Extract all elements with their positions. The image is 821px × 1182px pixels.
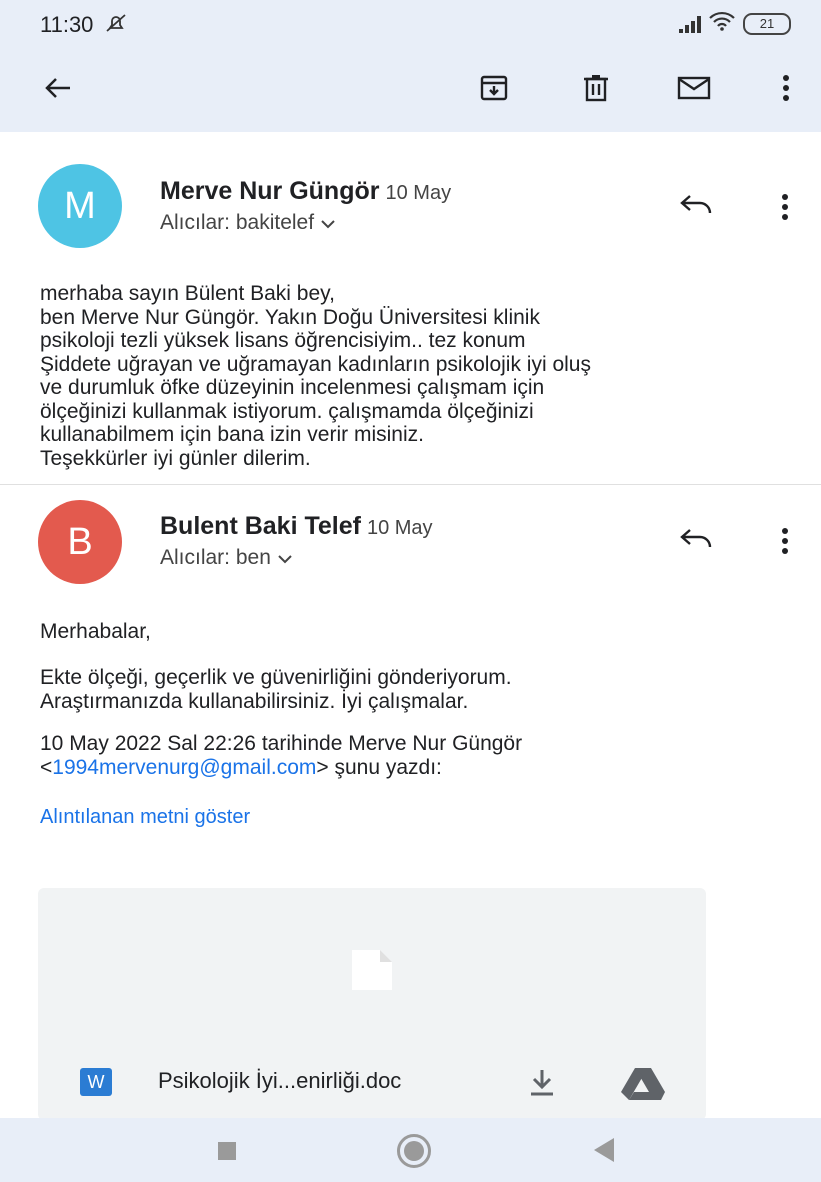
dnd-icon	[104, 11, 128, 41]
system-nav-bar	[0, 1118, 821, 1182]
avatar[interactable]: B	[38, 500, 122, 584]
quote-header: 10 May 2022 Sal 22:26 tarihinde Merve Nu…	[40, 732, 523, 779]
battery-indicator: 21	[743, 12, 791, 35]
more-vert-icon[interactable]	[780, 192, 792, 228]
status-indicators: 21	[679, 11, 791, 36]
archive-icon[interactable]	[476, 70, 512, 106]
recipients-toggle[interactable]: Alıcılar: bakitelef	[160, 211, 336, 235]
status-time: 11:30	[40, 12, 94, 37]
avatar-letter: M	[64, 184, 96, 227]
chevron-down-icon	[320, 211, 336, 234]
recents-icon[interactable]	[218, 1142, 236, 1160]
show-quoted-text-link[interactable]: Alıntılanan metni göster	[40, 806, 250, 830]
drive-icon[interactable]	[620, 1066, 666, 1102]
sender-name[interactable]: Merve Nur Güngör 10 May	[160, 177, 451, 206]
message-date: 10 May	[385, 182, 452, 204]
reply-icon[interactable]	[678, 190, 714, 226]
signal-icon	[679, 15, 701, 33]
attachment-filename: Psikolojik İyi...enirliği.doc	[158, 1068, 402, 1093]
file-icon	[346, 948, 398, 992]
avatar-letter: B	[67, 520, 93, 563]
arrow-left-icon[interactable]	[40, 70, 76, 106]
message-body: merhaba sayın Bülent Baki bey, ben Merve…	[40, 282, 591, 470]
avatar[interactable]: M	[38, 164, 122, 248]
chevron-down-icon	[277, 546, 293, 569]
back-nav-icon[interactable]	[594, 1138, 614, 1162]
attachment-card[interactable]: W Psikolojik İyi...enirliği.doc	[38, 888, 706, 1120]
email-link[interactable]: 1994mervenurg@gmail.com	[52, 756, 316, 779]
download-icon[interactable]	[526, 1066, 558, 1098]
app-header: 11:30 21	[0, 0, 821, 132]
recipients-toggle[interactable]: Alıcılar: ben	[160, 546, 293, 570]
mail-icon[interactable]	[676, 70, 712, 106]
word-file-icon: W	[80, 1068, 112, 1096]
home-icon[interactable]	[397, 1134, 431, 1168]
more-vert-icon[interactable]	[768, 70, 804, 106]
trash-icon[interactable]	[578, 70, 614, 106]
reply-icon[interactable]	[678, 524, 714, 560]
wifi-icon	[709, 11, 735, 36]
message-body: Ekte ölçeği, geçerlik ve güvenirliğini g…	[40, 666, 512, 713]
message-date: 10 May	[366, 517, 433, 539]
sender-name[interactable]: Bulent Baki Telef 10 May	[160, 512, 433, 541]
more-vert-icon[interactable]	[780, 526, 792, 562]
divider	[0, 484, 821, 485]
greeting-text: Merhabalar,	[40, 620, 151, 643]
